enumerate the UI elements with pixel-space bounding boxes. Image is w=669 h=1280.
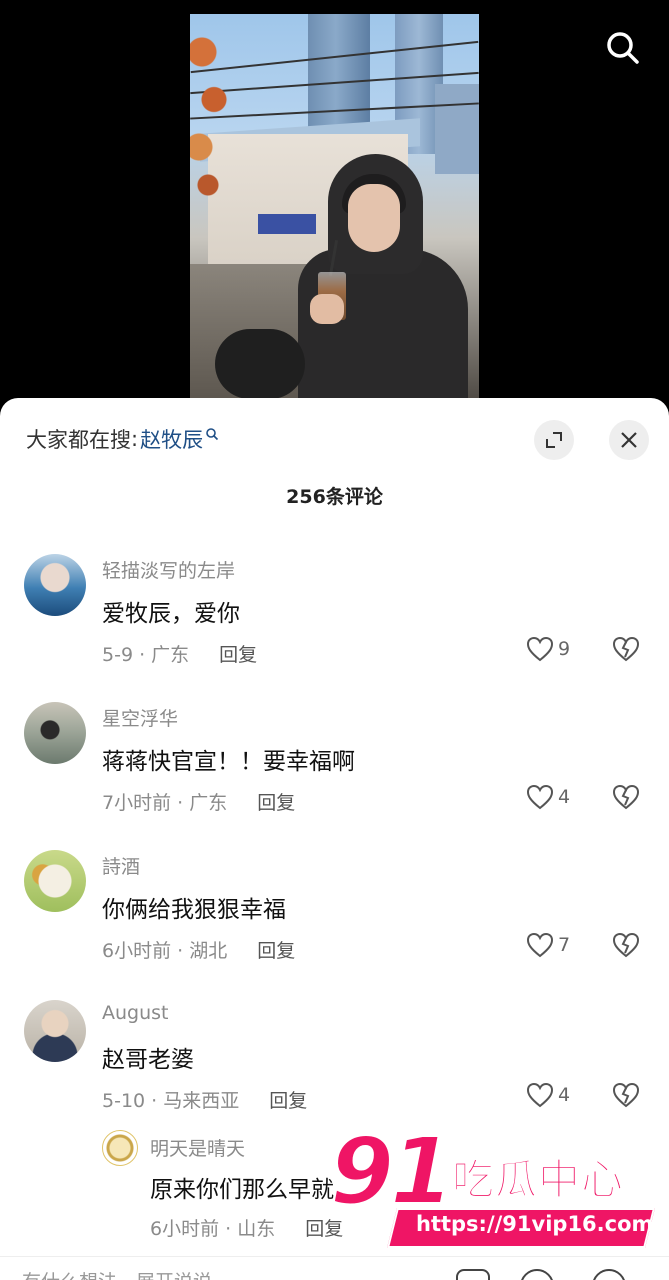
reply-time-location: 6小时前 · 山东 (150, 1218, 276, 1240)
helmet (215, 329, 305, 399)
heart-icon (526, 784, 554, 810)
at-icon[interactable] (520, 1269, 554, 1280)
comment-username[interactable]: 詩酒 (102, 852, 140, 879)
reply-meta: 6小时前 · 山东 回复 (150, 1214, 343, 1241)
like-count: 9 (558, 638, 571, 660)
dislike-button[interactable] (612, 1082, 640, 1112)
reply-button[interactable]: 回复 (257, 936, 295, 963)
comment-time-location: 7小时前 · 广东 (102, 792, 228, 814)
heart-icon (526, 1082, 554, 1108)
dislike-button[interactable] (612, 932, 640, 962)
small-search-icon (206, 428, 219, 441)
avatar[interactable] (24, 702, 86, 764)
video-player[interactable] (190, 14, 479, 400)
dislike-button[interactable] (612, 784, 640, 814)
broken-heart-icon (612, 932, 640, 958)
comment-username[interactable]: 星空浮华 (102, 704, 178, 731)
avatar[interactable] (24, 850, 86, 912)
reply-text: 原来你们那么早就 (150, 1177, 334, 1203)
emoji-icon[interactable] (592, 1269, 626, 1280)
like-button[interactable]: 9 (526, 636, 570, 662)
comment-meta: 7小时前 · 广东 回复 (102, 788, 295, 815)
expand-button[interactable] (534, 420, 574, 460)
comment-input-bar[interactable]: 有什么想法，展开说说 (0, 1256, 669, 1280)
reply-button[interactable]: 回复 (219, 640, 257, 667)
search-button[interactable] (601, 26, 645, 70)
comment-input[interactable]: 有什么想法，展开说说 (22, 1267, 212, 1280)
like-count: 4 (558, 786, 571, 808)
watermark-91: 91 (329, 1117, 455, 1226)
expand-icon (546, 432, 562, 448)
comment-text: 蒋蒋快官宣！！要幸福啊 (102, 749, 355, 775)
watermark-url: https://91vip16.com (416, 1212, 654, 1236)
close-button[interactable] (609, 420, 649, 460)
trending-search[interactable]: 大家都在搜 : 赵牧辰 (26, 424, 219, 454)
comment-username[interactable]: August (102, 1002, 169, 1024)
like-count: 4 (558, 1084, 571, 1106)
reply-button[interactable]: 回复 (269, 1086, 307, 1113)
like-button[interactable]: 4 (526, 784, 570, 810)
woman-in-hoodie (298, 154, 468, 400)
comment-meta: 6小时前 · 湖北 回复 (102, 936, 295, 963)
comment-time-location: 6小时前 · 湖北 (102, 940, 228, 962)
comment-text: 赵哥老婆 (102, 1047, 194, 1073)
broken-heart-icon (612, 784, 640, 810)
broken-heart-icon (612, 636, 640, 662)
image-icon[interactable] (456, 1269, 490, 1280)
comment-text: 你俩给我狠狠幸福 (102, 897, 286, 923)
watermark-name: 吃瓜中心 (451, 1155, 625, 1205)
avatar[interactable] (24, 554, 86, 616)
comment-text: 爱牧辰，爱你 (102, 601, 240, 627)
trending-separator: : (131, 427, 139, 451)
avatar[interactable] (102, 1130, 138, 1166)
like-button[interactable]: 4 (526, 1082, 570, 1108)
close-icon (621, 432, 637, 448)
broken-heart-icon (612, 1082, 640, 1108)
comment-meta: 5-10 · 马来西亚 回复 (102, 1086, 307, 1113)
comment-meta: 5-9 · 广东 回复 (102, 640, 257, 667)
reply-button[interactable]: 回复 (257, 788, 295, 815)
watermark-logo: 91 吃瓜中心 https://91vip16.com (329, 1117, 660, 1258)
dislike-button[interactable] (612, 636, 640, 666)
comment-count: 256条评论 (286, 486, 383, 508)
trending-prefix: 大家都在搜 (26, 428, 131, 452)
autumn-leaves (190, 14, 250, 204)
comment-time-location: 5-9 · 广东 (102, 644, 190, 666)
like-button[interactable]: 7 (526, 932, 570, 958)
search-icon (607, 32, 639, 64)
comment-time-location: 5-10 · 马来西亚 (102, 1090, 240, 1112)
heart-icon (526, 636, 554, 662)
comment-username[interactable]: 轻描淡写的左岸 (102, 556, 235, 583)
heart-icon (526, 932, 554, 958)
reply-username[interactable]: 明天是晴天 (150, 1134, 245, 1161)
trending-keyword[interactable]: 赵牧辰 (140, 424, 203, 454)
like-count: 7 (558, 934, 571, 956)
avatar[interactable] (24, 1000, 86, 1062)
